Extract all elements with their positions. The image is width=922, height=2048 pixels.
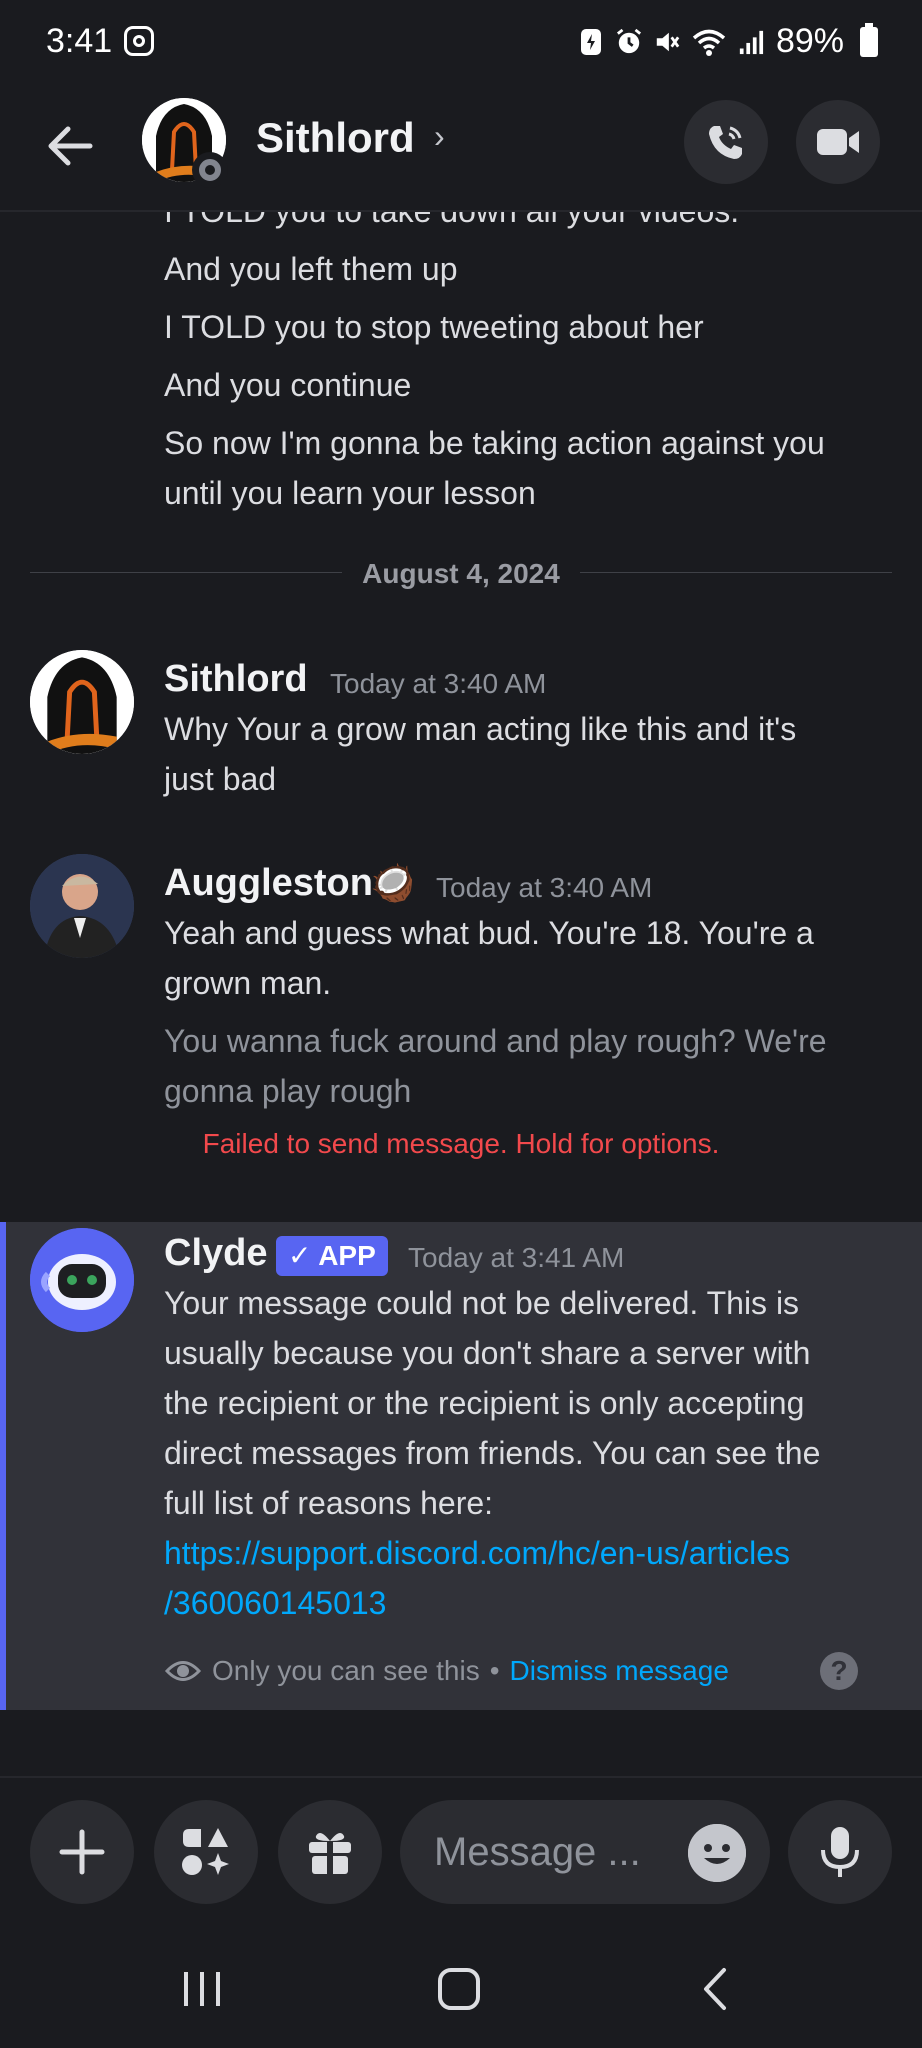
battery-icon xyxy=(860,22,878,57)
back-nav-icon[interactable] xyxy=(700,1966,730,2012)
chevron-right-icon[interactable]: › xyxy=(434,118,445,155)
smiley-icon xyxy=(688,1824,746,1882)
mute-icon xyxy=(656,32,680,51)
separator-dot: • xyxy=(489,1655,500,1686)
message-text: And you left them up xyxy=(164,251,458,287)
message-text: direct messages from friends. You can se… xyxy=(164,1435,821,1471)
sithlord-avatar[interactable] xyxy=(30,650,134,754)
instagram-notification-icon xyxy=(124,26,154,56)
help-icon[interactable]: ? xyxy=(820,1652,858,1690)
message-timestamp: Today at 3:40 AM xyxy=(436,872,653,903)
video-call-button[interactable] xyxy=(796,100,880,184)
offline-status-indicator xyxy=(192,152,228,188)
clyde-bot-icon xyxy=(30,1228,134,1332)
eye-icon xyxy=(164,1661,202,1681)
message-text: grown man. xyxy=(164,965,332,1001)
contact-name[interactable]: Sithlord xyxy=(256,114,415,162)
message-timestamp: Today at 3:40 AM xyxy=(330,668,547,699)
support-link[interactable]: https://support.discord.com/hc/en-us/art… xyxy=(164,1528,790,1578)
status-bar: 3:41 89% xyxy=(0,0,922,86)
message-text: Your message could not be delivered. Thi… xyxy=(164,1285,800,1321)
message-text: full list of reasons here: xyxy=(164,1485,494,1521)
message-author[interactable]: Auggleston xyxy=(164,862,373,905)
video-camera-icon xyxy=(817,129,859,155)
wifi-icon xyxy=(692,29,726,56)
message-timestamp: Today at 3:41 AM xyxy=(408,1242,625,1273)
system-nav-bar xyxy=(0,1928,922,2048)
failed-send-notice[interactable]: Failed to send message. Hold for options… xyxy=(0,1128,922,1160)
message-list[interactable]: I TOLD you to take down all your videos.… xyxy=(0,212,922,1776)
date-divider-label: August 4, 2024 xyxy=(342,558,580,589)
message-text: until you learn your lesson xyxy=(164,475,536,511)
message-text: I TOLD you to take down all your videos. xyxy=(164,212,739,236)
gift-icon xyxy=(309,1832,351,1874)
message-text: the recipient or the recipient is only a… xyxy=(164,1385,805,1421)
sith-mask-icon xyxy=(30,650,134,754)
support-link[interactable]: /360060145013 xyxy=(164,1578,386,1628)
message-input[interactable] xyxy=(434,1826,654,1878)
voice-message-button[interactable] xyxy=(788,1800,892,1904)
message-text: Yeah and guess what bud. You're 18. You'… xyxy=(164,915,814,951)
message-text: Why Your a grow man acting like this and… xyxy=(164,711,797,747)
message-input-container xyxy=(400,1800,770,1904)
voice-call-button[interactable] xyxy=(684,100,768,184)
ephemeral-notice: Only you can see this • Dismiss message xyxy=(164,1652,729,1690)
auggleston-avatar[interactable] xyxy=(30,854,134,958)
coconut-emoji-icon: 🥥 xyxy=(370,862,415,903)
failed-message-text[interactable]: gonna play rough xyxy=(164,1066,411,1116)
battery-saver-icon xyxy=(580,28,601,55)
signal-icon xyxy=(739,30,764,54)
dismiss-message-link[interactable]: Dismiss message xyxy=(510,1655,729,1687)
message-text: And you continue xyxy=(164,367,412,403)
apps-shapes-icon xyxy=(182,1828,229,1875)
apps-button[interactable] xyxy=(154,1800,258,1904)
user-photo-icon xyxy=(30,854,134,958)
battery-percent: 89% xyxy=(775,22,844,60)
emoji-button[interactable] xyxy=(688,1824,746,1882)
home-icon[interactable] xyxy=(436,1966,482,2012)
chat-header: Sithlord › xyxy=(0,86,922,212)
app-tag-badge: ✓ APP xyxy=(276,1236,388,1276)
gift-button[interactable] xyxy=(278,1800,382,1904)
back-arrow-icon[interactable] xyxy=(40,116,100,176)
plus-icon xyxy=(59,1829,105,1875)
add-attachment-button[interactable] xyxy=(30,1800,134,1904)
date-divider: August 4, 2024 xyxy=(30,558,892,589)
message-text: I TOLD you to stop tweeting about her xyxy=(164,309,704,345)
message-text: usually because you don't share a server… xyxy=(164,1335,811,1371)
phone-icon xyxy=(709,126,742,159)
status-icons: 89% xyxy=(578,22,878,61)
failed-message-text[interactable]: You wanna fuck around and play rough? We… xyxy=(164,1016,827,1066)
alarm-icon xyxy=(616,28,641,53)
microphone-icon xyxy=(821,1827,859,1877)
recent-apps-icon[interactable] xyxy=(180,1968,224,2010)
message-composer xyxy=(0,1776,922,1928)
clyde-avatar[interactable] xyxy=(30,1228,134,1332)
status-time: 3:41 xyxy=(46,22,113,60)
message-author[interactable]: Clyde xyxy=(164,1232,267,1275)
message-text: So now I'm gonna be taking action agains… xyxy=(164,425,825,461)
only-you-text: Only you can see this xyxy=(212,1655,480,1686)
message-text: just bad xyxy=(164,761,277,797)
message-author[interactable]: Sithlord xyxy=(164,658,308,701)
